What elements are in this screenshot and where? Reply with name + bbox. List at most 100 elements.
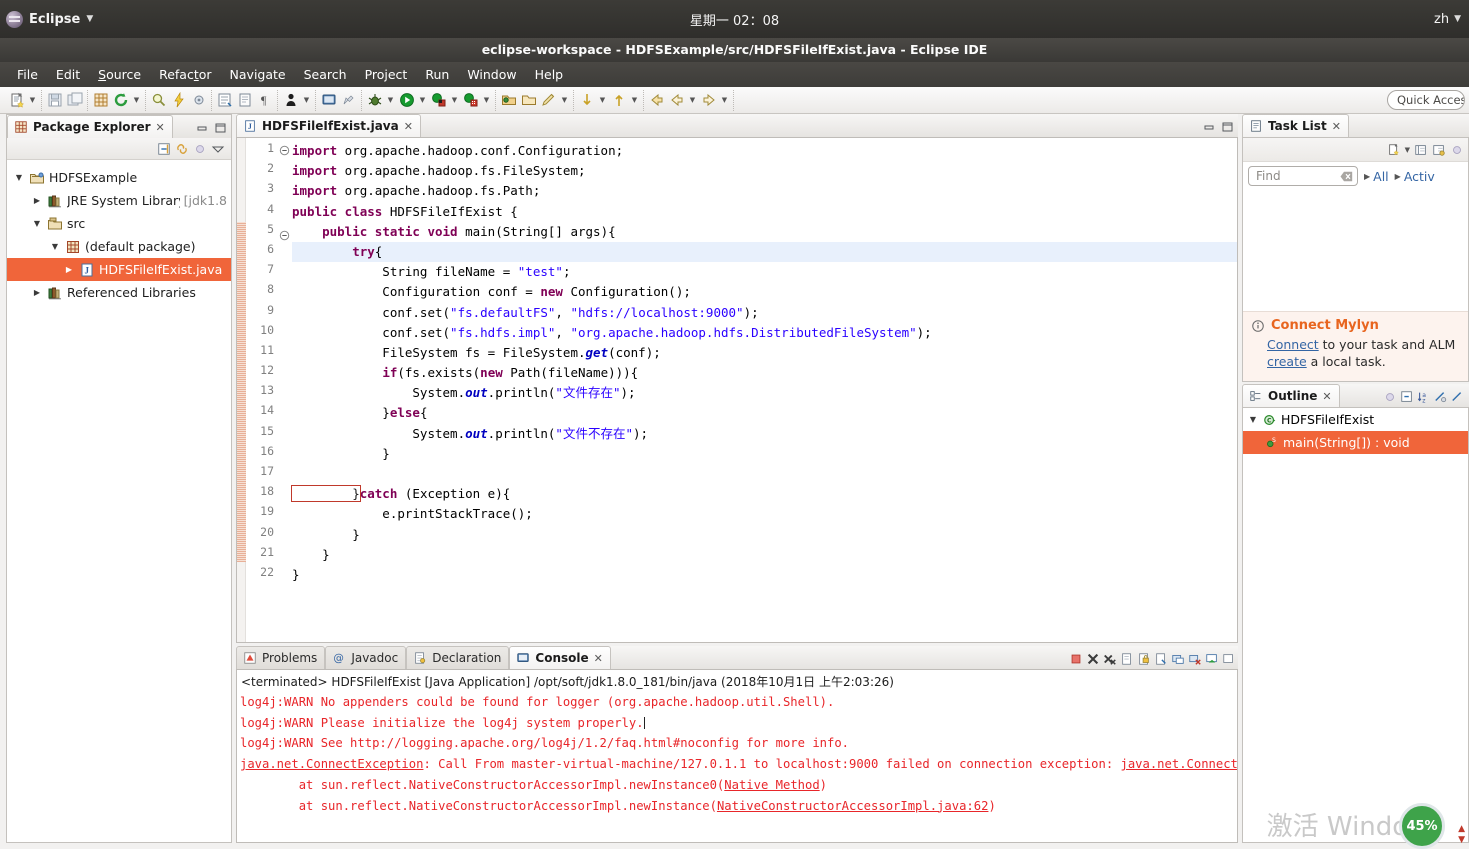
fold-collapse-icon[interactable] — [279, 230, 290, 250]
minimize-icon[interactable] — [196, 123, 209, 134]
pin-console-icon[interactable] — [1154, 652, 1168, 666]
stacktrace-link[interactable]: java.net.ConnectException — [1121, 757, 1239, 771]
remove-all-launches-icon[interactable] — [1103, 652, 1117, 666]
menu-run[interactable]: Run — [416, 65, 458, 84]
outline-row-class[interactable]: ▼ C HDFSFileIfExist — [1243, 408, 1468, 431]
back-icon[interactable] — [647, 91, 666, 110]
new-wizard-icon[interactable] — [7, 91, 26, 110]
stacktrace-link[interactable]: Native Method — [724, 778, 819, 792]
code-line[interactable]: conf.set("fs.defaultFS", "hdfs://localho… — [292, 303, 1237, 323]
preferences-icon[interactable] — [189, 91, 208, 110]
code-line[interactable]: } — [292, 444, 1237, 464]
scroll-lock-icon[interactable] — [1137, 652, 1151, 666]
console-scroll-arrows[interactable]: ▲ ▼ — [1458, 824, 1465, 845]
close-project-icon[interactable] — [519, 91, 538, 110]
chevron-down-icon[interactable]: ▼ — [49, 242, 61, 251]
code-line[interactable]: Configuration conf = new Configuration()… — [292, 282, 1237, 302]
code-line[interactable]: System.out.println("文件不存在"); — [292, 424, 1237, 444]
build-grid-icon[interactable] — [91, 91, 110, 110]
code-line[interactable]: System.out.println("文件存在"); — [292, 383, 1237, 403]
save-all-icon[interactable] — [65, 91, 84, 110]
run-external-tools-icon[interactable] — [429, 91, 448, 110]
scroll-down-icon[interactable]: ▼ — [1458, 835, 1465, 845]
app-menu-button[interactable]: Eclipse ▼ — [6, 11, 93, 28]
edit-pencil-icon[interactable] — [539, 91, 558, 110]
maximize-icon[interactable] — [1221, 122, 1234, 133]
tab-hdfsfileifexist-java[interactable]: J HDFSFileIfExist.java ✕ — [236, 114, 421, 137]
categorize-tasks-icon[interactable] — [1414, 143, 1428, 157]
collapse-all-icon[interactable] — [1400, 390, 1414, 404]
save-icon[interactable] — [45, 91, 64, 110]
focus-icon[interactable] — [1383, 390, 1397, 404]
run-icon[interactable] — [397, 91, 416, 110]
menu-search[interactable]: Search — [295, 65, 356, 84]
paragraph-icon[interactable]: ¶ — [255, 91, 274, 110]
coverage-icon[interactable] — [461, 91, 480, 110]
tree-row[interactable]: ▼ src — [7, 212, 231, 235]
debug-bug-icon[interactable] — [365, 91, 384, 110]
terminal-icon[interactable] — [319, 91, 338, 110]
refresh-icon[interactable] — [111, 91, 130, 110]
chevron-right-icon[interactable]: ▶ — [31, 196, 43, 205]
close-icon[interactable]: ✕ — [1322, 390, 1331, 403]
close-icon[interactable]: ✕ — [1332, 120, 1341, 133]
open-project-icon[interactable] — [499, 91, 518, 110]
menu-help[interactable]: Help — [526, 65, 573, 84]
tree-row[interactable]: ▶ Referenced Libraries — [7, 281, 231, 304]
console-output[interactable]: <terminated> HDFSFileIfExist [Java Appli… — [236, 669, 1238, 843]
code-line[interactable]: conf.set("fs.hdfs.impl", "org.apache.had… — [292, 323, 1237, 343]
forward-icon[interactable] — [699, 91, 718, 110]
tree-row[interactable]: ▼ HDFSExample — [7, 166, 231, 189]
open-resource-icon[interactable] — [235, 91, 254, 110]
scroll-up-icon[interactable]: ▲ — [1458, 824, 1465, 834]
code-line[interactable]: FileSystem fs = FileSystem.get(conf); — [292, 343, 1237, 363]
code-line[interactable]: String fileName = "test"; — [292, 262, 1237, 282]
tab-package-explorer[interactable]: Package Explorer ✕ — [7, 115, 173, 138]
previous-annotation-dropdown-icon[interactable]: ▼ — [629, 91, 640, 110]
chevron-right-icon[interactable]: ▶ — [31, 288, 43, 297]
close-icon[interactable]: ✕ — [156, 121, 165, 134]
menu-file[interactable]: File — [8, 65, 47, 84]
debug-dropdown-icon[interactable]: ▼ — [301, 91, 312, 110]
clear-find-icon[interactable] — [1340, 171, 1353, 182]
code-line[interactable]: public class HDFSFileIfExist { — [292, 202, 1237, 222]
tab-javadoc[interactable]: @ Javadoc — [325, 646, 406, 669]
code-line[interactable]: }catch (Exception e){ — [292, 484, 1237, 504]
debug-config-dropdown-icon[interactable]: ▼ — [385, 91, 396, 110]
mylyn-create-link[interactable]: create — [1267, 354, 1307, 369]
code-line[interactable]: }else{ — [292, 403, 1237, 423]
menu-navigate[interactable]: Navigate — [221, 65, 295, 84]
debug-person-icon[interactable] — [281, 91, 300, 110]
chevron-right-icon[interactable]: ▶ — [63, 265, 75, 274]
tree-row[interactable]: ▼ (default package) — [7, 235, 231, 258]
new-task-dropdown-icon[interactable]: ▼ — [1405, 146, 1410, 154]
display-selected-console-icon[interactable] — [1171, 652, 1185, 666]
new-task-icon[interactable] — [1387, 143, 1401, 157]
editor-folding-column[interactable] — [279, 138, 290, 642]
tab-problems[interactable]: Problems — [236, 646, 325, 669]
chevron-down-icon[interactable]: ▼ — [31, 219, 43, 228]
open-console-icon[interactable] — [1188, 652, 1202, 666]
external-tools-dropdown-icon[interactable]: ▼ — [449, 91, 460, 110]
outline-row-main-method[interactable]: S main(String[]) : void — [1243, 431, 1468, 454]
filter-all[interactable]: ▶ All — [1364, 169, 1389, 184]
hide-static-icon[interactable] — [1451, 390, 1465, 404]
code-line[interactable]: import org.apache.hadoop.conf.Configurat… — [292, 141, 1237, 161]
code-line[interactable]: } — [292, 545, 1237, 565]
tab-console[interactable]: Console ✕ — [509, 646, 610, 669]
chevron-down-icon[interactable]: ▼ — [1247, 415, 1259, 424]
quick-fix-icon[interactable] — [169, 91, 188, 110]
chevron-down-icon[interactable]: ▼ — [13, 173, 25, 182]
code-line[interactable]: public static void main(String[] args){ — [292, 222, 1237, 242]
coverage-dropdown-icon[interactable]: ▼ — [481, 91, 492, 110]
link-with-editor-icon[interactable] — [175, 142, 189, 156]
run-dropdown-icon[interactable]: ▼ — [417, 91, 428, 110]
tab-task-list[interactable]: Task List ✕ — [1242, 114, 1349, 137]
open-type-icon[interactable] — [215, 91, 234, 110]
code-line[interactable]: } — [292, 525, 1237, 545]
focus-on-workweek-icon[interactable] — [1450, 143, 1464, 157]
code-line[interactable]: import org.apache.hadoop.fs.FileSystem; — [292, 161, 1237, 181]
maximize-icon[interactable] — [214, 123, 227, 134]
focus-icon[interactable] — [193, 142, 207, 156]
editor-text-area[interactable]: 12345678910111213141516171819202122 impo… — [236, 137, 1238, 643]
